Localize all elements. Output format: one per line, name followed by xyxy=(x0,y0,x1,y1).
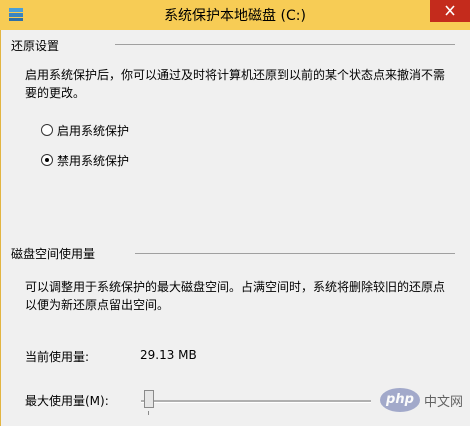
max-usage-slider-thumb[interactable] xyxy=(144,390,154,408)
disable-protection-label: 禁用系统保护 xyxy=(57,153,130,168)
disk-description: 可以调整用于系统保护的最大磁盘空间。占满空间时，系统将删除较旧的还原点以便为新还… xyxy=(25,280,446,312)
window-title: 系统保护本地磁盘 (C:) xyxy=(164,8,306,24)
max-usage-slider-track[interactable] xyxy=(141,400,371,403)
current-usage-value: 29.13 MB xyxy=(140,348,197,362)
disk-header-divider xyxy=(135,253,455,254)
slider-tick xyxy=(148,411,149,415)
restore-description: 启用系统保护后，你可以通过及时将计算机还原到以前的某个状态点来撤消不需要的更改。 xyxy=(25,68,446,100)
restore-header-divider xyxy=(115,44,455,45)
enable-protection-label: 启用系统保护 xyxy=(57,123,130,138)
disable-protection-radio[interactable] xyxy=(41,154,53,166)
disable-protection-option[interactable]: 禁用系统保护 xyxy=(41,152,129,168)
php-logo: php xyxy=(379,388,420,412)
enable-protection-radio[interactable] xyxy=(41,124,53,136)
current-usage-label: 当前使用量: xyxy=(25,350,90,364)
watermark: php 中文网 xyxy=(379,388,463,412)
disk-usage-header: 磁盘空间使用量 xyxy=(11,247,96,261)
dialog-content: 还原设置 启用系统保护后，你可以通过及时将计算机还原到以前的某个状态点来撤消不需… xyxy=(0,30,470,426)
close-button[interactable] xyxy=(430,0,470,22)
close-icon xyxy=(445,5,455,16)
enable-protection-option[interactable]: 启用系统保护 xyxy=(41,122,129,138)
max-usage-label: 最大使用量(M): xyxy=(25,394,109,408)
watermark-text: 中文网 xyxy=(423,394,463,410)
title-bar: 系统保护本地磁盘 (C:) xyxy=(0,0,470,30)
restore-settings-header: 还原设置 xyxy=(11,39,60,53)
